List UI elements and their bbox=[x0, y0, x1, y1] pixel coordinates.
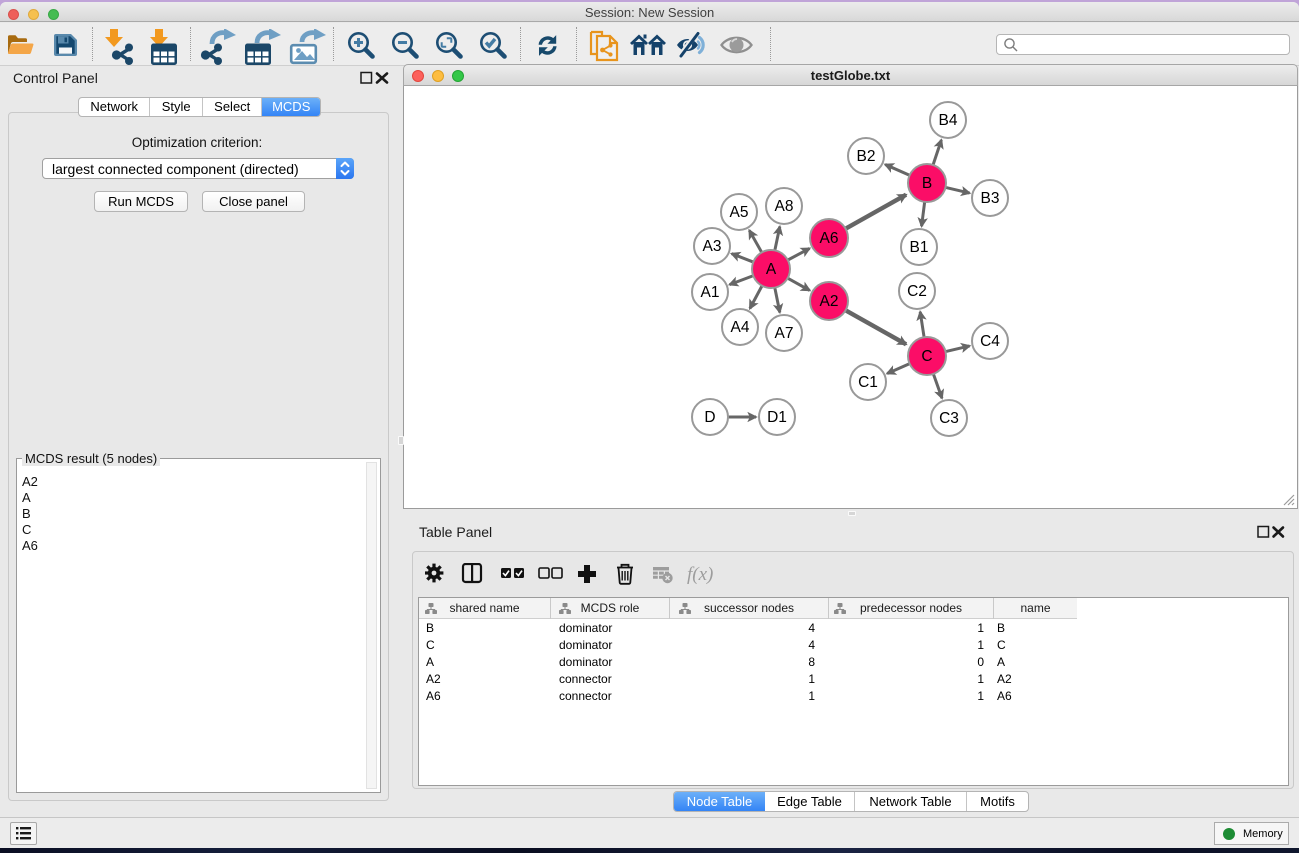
svg-text:B: B bbox=[922, 175, 932, 192]
svg-text:B2: B2 bbox=[857, 148, 876, 165]
svg-text:f(x): f(x) bbox=[687, 564, 713, 585]
svg-text:A7: A7 bbox=[775, 325, 794, 342]
svg-text:A: A bbox=[766, 261, 777, 278]
svg-text:A6: A6 bbox=[820, 230, 839, 247]
svg-text:B1: B1 bbox=[910, 239, 929, 256]
svg-text:B4: B4 bbox=[939, 112, 958, 129]
svg-text:C1: C1 bbox=[858, 374, 878, 391]
svg-text:B3: B3 bbox=[981, 190, 1000, 207]
svg-text:D1: D1 bbox=[767, 409, 787, 426]
svg-text:A1: A1 bbox=[701, 284, 720, 301]
svg-text:A3: A3 bbox=[703, 238, 722, 255]
svg-text:A5: A5 bbox=[730, 204, 749, 221]
svg-text:C4: C4 bbox=[980, 333, 1000, 350]
svg-text:A8: A8 bbox=[775, 198, 794, 215]
svg-text:C3: C3 bbox=[939, 410, 959, 427]
svg-text:A2: A2 bbox=[820, 293, 839, 310]
svg-text:A4: A4 bbox=[731, 319, 750, 336]
svg-text:C: C bbox=[921, 348, 932, 365]
svg-text:C2: C2 bbox=[907, 283, 927, 300]
svg-text:D: D bbox=[704, 409, 715, 426]
